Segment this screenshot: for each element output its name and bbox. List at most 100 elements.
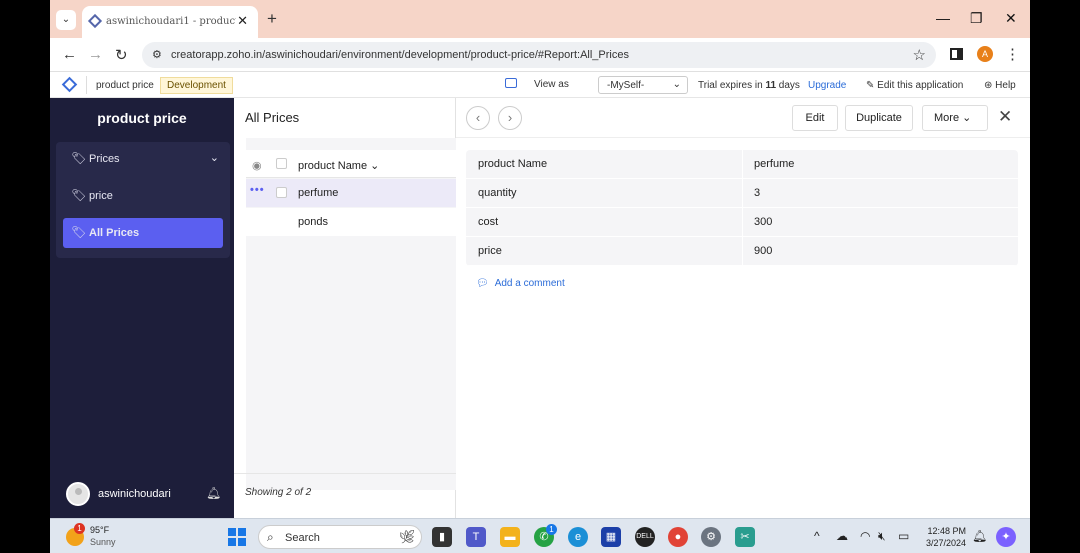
edit-application-link[interactable]: ✎ Edit this application [866,80,963,91]
weather-temp[interactable]: 95°F [90,525,109,535]
notification-bell-icon[interactable]: 🔔︎ [206,486,221,500]
edge-icon[interactable]: e [568,527,588,547]
field-label: product Name [478,158,548,170]
help-link[interactable]: ⊛ Help [984,80,1016,91]
copilot-icon[interactable]: ✦ [996,527,1016,547]
network-status-icon[interactable]: ☁ [836,529,848,543]
records-list: All Prices ◉ product Name ⌄ ••• perfume … [234,98,456,518]
more-button[interactable]: More ⌄ [922,105,988,131]
browser-menu-kebab-icon[interactable]: ⋮ [1005,45,1020,63]
start-windows-icon[interactable] [228,528,246,546]
chrome-icon[interactable]: ● [668,527,688,547]
sidebar-item-all-prices[interactable]: 🏷︎ All Prices [63,218,223,248]
edit-button[interactable]: Edit [792,105,838,131]
upgrade-link[interactable]: Upgrade [808,80,846,91]
field-label: quantity [478,187,517,199]
reload-icon[interactable]: ↻ [115,46,128,64]
right-letterbox [1030,0,1080,553]
forward-arrow-icon[interactable]: → [88,46,103,63]
file-explorer-icon[interactable]: ▬ [500,527,520,547]
teams-icon[interactable]: T [466,527,486,547]
list-item[interactable]: ponds [246,208,456,236]
store-icon[interactable]: ▦ [601,527,621,547]
previous-record-icon[interactable]: ‹ [466,106,490,130]
address-bar-row: ← → ↻ ⚙ creatorapp.zoho.in/aswinichoudar… [50,38,1030,72]
new-tab-plus-icon[interactable]: + [267,9,277,29]
field-row: product Name perfume [466,150,1018,179]
sidebar-item-label: All Prices [89,227,140,239]
show-hidden-icons-chevron-icon[interactable]: ^ [814,529,820,543]
battery-icon[interactable]: ▭ [898,529,909,543]
field-value: 3 [754,187,761,199]
field-row: cost 300 [466,208,1018,237]
sidebar-item-label: Prices [89,153,120,165]
view-as-select[interactable]: -MySelf- ⌄ [598,76,688,94]
pencil-icon: ✎ [866,80,878,91]
profile-avatar[interactable]: A [977,46,993,62]
record-count: Showing 2 of 2 [245,487,312,498]
environment-badge[interactable]: Development [160,77,233,94]
app-header: product price Development View as -MySel… [50,72,1030,98]
task-view-icon[interactable]: ▮ [432,527,452,547]
app-name[interactable]: product price [96,80,154,91]
tab-search-chevron-icon[interactable]: ⌄ [56,10,76,30]
user-avatar[interactable] [66,482,90,506]
bookmark-star-icon[interactable]: ☆ [913,46,926,64]
tab-close-icon[interactable]: ✕ [237,13,248,29]
field-label: cost [478,216,499,228]
tab-strip: ⌄ aswinichoudari1 - product price ✕ + — … [50,0,1030,38]
add-comment-link[interactable]: 💬︎ Add a comment [476,278,565,289]
left-letterbox [0,0,50,553]
chevron-down-icon: ⌄ [962,112,972,124]
snipping-tool-icon[interactable]: ✂ [735,527,755,547]
notification-bell-icon[interactable]: 🔔︎ [972,529,987,543]
list-item[interactable]: ••• perfume [246,179,456,207]
browser-tab[interactable]: aswinichoudari1 - product price ✕ [82,6,258,38]
select-all-checkbox[interactable] [276,158,287,169]
back-arrow-icon[interactable]: ← [62,46,77,63]
user-name[interactable]: aswinichoudari [98,488,171,500]
duplicate-button[interactable]: Duplicate [845,105,913,131]
device-preview-icon[interactable] [505,78,517,88]
field-value: 900 [754,245,773,257]
report-title: All Prices [245,110,300,125]
row-menu-dots-icon[interactable]: ••• [250,184,265,196]
taskbar-clock[interactable]: 12:48 PM 3/27/2024 [920,525,966,549]
settings-gear-icon[interactable]: ⚙ [701,527,721,547]
list-column-header: ◉ product Name ⌄ [246,150,456,178]
close-window-icon[interactable]: ✕ [1005,10,1017,27]
sidebar-section-panel: 🏷︎ Prices ⌄ 🏷︎ price 🏷︎ All Prices [56,142,230,258]
sidebar-item-price[interactable]: 🏷︎ price [63,181,223,211]
site-info-icon[interactable]: ⚙ [152,48,162,61]
next-record-icon[interactable]: › [498,106,522,130]
zoho-creator-logo-icon[interactable] [61,76,78,93]
url-text: creatorapp.zoho.in/aswinichoudari/enviro… [171,49,629,61]
search-highlight-icon: 🌿︎ [398,529,415,544]
search-icon: ⌕ [267,530,274,544]
zoho-creator-favicon-icon [87,13,103,29]
minimize-icon[interactable]: — [936,10,950,26]
list-body: ◉ product Name ⌄ ••• perfume ponds [246,138,456,490]
clock-time: 12:48 PM [927,526,966,536]
weather-condition[interactable]: Sunny [90,537,116,547]
detail-toolbar: ‹ › Edit Duplicate More ⌄ ✕ [456,98,1030,138]
volume-muted-icon[interactable]: 🔇︎ [878,529,886,544]
url-field[interactable]: ⚙ creatorapp.zoho.in/aswinichoudari/envi… [142,42,936,68]
sidebar-item-prices[interactable]: 🏷︎ Prices ⌄ [63,144,223,174]
view-as-label: View as [534,79,569,90]
taskbar-search[interactable]: ⌕ Search 🌿︎ [258,525,422,549]
sidebar-app-title: product price [97,110,187,126]
eye-icon[interactable]: ◉ [252,159,262,172]
restore-icon[interactable]: ❐ [970,10,983,27]
row-checkbox[interactable] [276,187,287,198]
sidebar: product price 🏷︎ Prices ⌄ 🏷︎ price 🏷︎ Al… [50,98,234,518]
field-row: price 900 [466,237,1018,266]
windows-taskbar: 1 95°F Sunny ⌕ Search 🌿︎ ▮ T ▬ ✆ 1 e ▦ D… [50,518,1030,553]
field-value: perfume [754,158,795,170]
dell-icon[interactable]: DELL [635,527,655,547]
column-product-name[interactable]: product Name ⌄ [298,159,379,172]
close-detail-icon[interactable]: ✕ [998,107,1012,127]
wifi-icon[interactable]: ◠ [860,529,870,543]
weather-badge: 1 [74,523,85,534]
side-panel-icon[interactable] [950,48,963,60]
